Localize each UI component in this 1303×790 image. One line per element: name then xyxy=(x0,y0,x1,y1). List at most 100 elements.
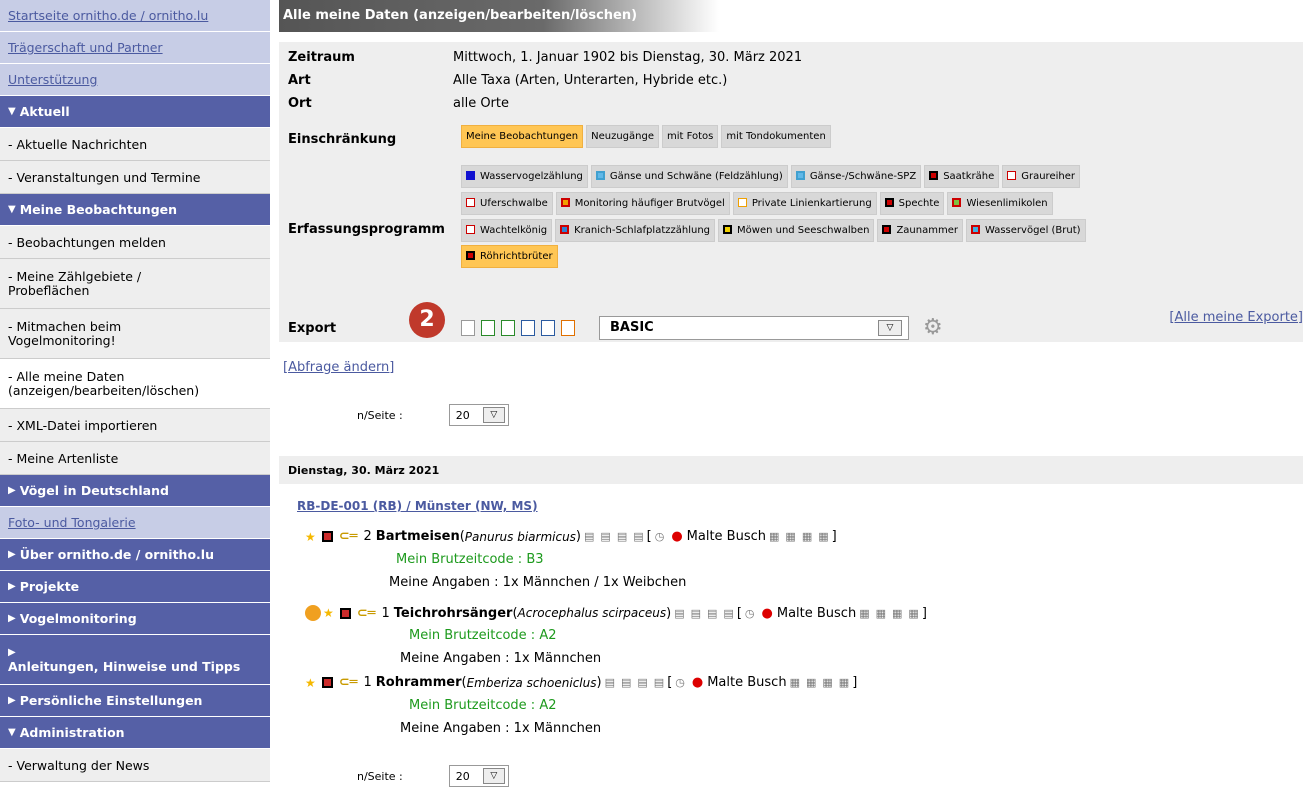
list-icon[interactable]: ▤ xyxy=(674,607,684,620)
abfrage-aendern-link[interactable]: [Abfrage ändern] xyxy=(283,360,394,375)
programm-tag-saatkrähe[interactable]: Saatkrähe xyxy=(924,165,1000,188)
programm-tag-wasservögel-brut[interactable]: Wasservögel (Brut) xyxy=(965,219,1086,242)
export-xml-icon[interactable] xyxy=(541,319,555,336)
info-icon[interactable]: ▤ xyxy=(654,676,664,689)
chevron-down-icon: ▽ xyxy=(482,407,505,423)
sidebar-item-label: Projekte xyxy=(19,579,80,594)
observation-count: 1 xyxy=(363,675,372,690)
list-icon[interactable]: ▤ xyxy=(605,676,615,689)
sidebar-item-meine-beobachtungen[interactable]: ▼ Meine Beobachtungen xyxy=(0,194,270,226)
sidebar-item-vogelmonitoring[interactable]: ▶ Vogelmonitoring xyxy=(0,603,270,635)
sidebar-item-alle-meine-daten-anzeigen-bearbeiten-löschen[interactable]: - Alle meine Daten (anzeigen/bearbeiten/… xyxy=(0,359,270,409)
perpage-select[interactable]: 20 ▽ xyxy=(448,765,509,787)
sidebar-item-veranstaltungen-und-termine[interactable]: - Veranstaltungen und Termine xyxy=(0,161,270,194)
programm-tag-zaunammer[interactable]: Zaunammer xyxy=(877,219,963,242)
species-name[interactable]: Teichrohrsänger xyxy=(394,606,513,621)
sidebar-item-unterstützung[interactable]: Unterstützung xyxy=(0,64,270,96)
programm-label: Uferschwalbe xyxy=(480,198,548,209)
programm-tag-uferschwalbe[interactable]: Uferschwalbe xyxy=(461,192,553,215)
binoculars-icon[interactable]: ▤ xyxy=(600,530,610,543)
search-icon[interactable]: ▦ xyxy=(892,607,902,620)
edit-icon[interactable]: ▦ xyxy=(839,676,849,689)
transfer-icon[interactable]: ▦ xyxy=(876,607,886,620)
sidebar-item-administration[interactable]: ▼ Administration xyxy=(0,717,270,749)
star-icon[interactable]: ★ xyxy=(305,676,316,690)
programm-color-icon xyxy=(466,251,475,260)
search-icon[interactable]: ▦ xyxy=(822,676,832,689)
programm-tag-gänse-schwäne-spz[interactable]: Gänse-/Schwäne-SPZ xyxy=(790,165,922,188)
protocol-icon[interactable]: ▦ xyxy=(769,530,779,543)
export-label: Export xyxy=(288,321,337,336)
species-name[interactable]: Bartmeisen xyxy=(376,529,460,544)
chart-icon[interactable]: ▤ xyxy=(637,676,647,689)
transfer-icon[interactable]: ▦ xyxy=(806,676,816,689)
star-icon[interactable]: ★ xyxy=(323,606,334,620)
export-json-icon[interactable] xyxy=(561,319,575,336)
sidebar-item-verwaltung-der-news[interactable]: - Verwaltung der News xyxy=(0,749,270,782)
star-icon[interactable]: ★ xyxy=(305,530,316,544)
sidebar-item-vögel-in-deutschland[interactable]: ▶ Vögel in Deutschland xyxy=(0,475,270,507)
sidebar-item-anleitungen-hinweise-und-tipps[interactable]: ▶ Anleitungen, Hinweise und Tipps xyxy=(0,635,270,685)
sidebar-item-trägerschaft-und-partner[interactable]: Trägerschaft und Partner xyxy=(0,32,270,64)
edit-icon[interactable]: ▦ xyxy=(908,607,918,620)
filter-tag-meine-beobachtungen[interactable]: Meine Beobachtungen xyxy=(461,125,584,148)
filter-tag-mit-fotos[interactable]: mit Fotos xyxy=(661,125,719,148)
search-icon[interactable]: ▦ xyxy=(802,530,812,543)
programm-tag-wachtelkönig[interactable]: Wachtelkönig xyxy=(461,219,553,242)
sidebar-item-persönliche-einstellungen[interactable]: ▶ Persönliche Einstellungen xyxy=(0,685,270,717)
sidebar-item-xml-datei-importieren[interactable]: - XML-Datei importieren xyxy=(0,409,270,442)
sidebar-item-aktuelle-nachrichten[interactable]: - Aktuelle Nachrichten xyxy=(0,128,270,161)
sidebar-item-startseite-ornitho-de-ornitho-lu[interactable]: Startseite ornitho.de / ornitho.lu xyxy=(0,0,270,32)
chart-icon[interactable]: ▤ xyxy=(617,530,627,543)
programm-tag-graureiher[interactable]: Graureiher xyxy=(1002,165,1080,188)
sidebar-item-mitmachen-beim-vogelmonitoring[interactable]: - Mitmachen beim Vogelmonitoring! xyxy=(0,309,270,359)
programm-tag-wasservogelzählung[interactable]: Wasservogelzählung xyxy=(461,165,588,188)
location-pin-icon[interactable]: ● xyxy=(762,606,773,621)
info-icon[interactable]: ▤ xyxy=(723,607,733,620)
programm-tag-möwen-und-seeschwalben[interactable]: Möwen und Seeschwalben xyxy=(718,219,875,242)
export-xlsx-icon[interactable] xyxy=(501,319,515,336)
programm-label: Erfassungsprogramm xyxy=(288,222,445,237)
perpage-select[interactable]: 20 ▽ xyxy=(448,404,509,426)
gear-icon[interactable]: ⚙ xyxy=(923,315,943,340)
sidebar-item-projekte[interactable]: ▶ Projekte xyxy=(0,571,270,603)
list-icon[interactable]: ▤ xyxy=(584,530,594,543)
place-link[interactable]: RB-DE-001 (RB) / Münster (NW, MS) xyxy=(297,499,538,513)
protocol-icon[interactable]: ▦ xyxy=(859,607,869,620)
location-pin-icon[interactable]: ● xyxy=(671,529,682,544)
location-pin-icon[interactable]: ● xyxy=(692,675,703,690)
sidebar-item-aktuell[interactable]: ▼ Aktuell xyxy=(0,96,270,128)
sidebar-item-foto-und-tongalerie[interactable]: Foto- und Tongalerie xyxy=(0,507,270,539)
programm-tag-spechte[interactable]: Spechte xyxy=(879,192,945,215)
info-icon[interactable]: ▤ xyxy=(633,530,643,543)
filter-tag-neuzugänge[interactable]: Neuzugänge xyxy=(586,125,659,148)
filter-tag-mit-tondokumenten[interactable]: mit Tondokumenten xyxy=(721,125,831,148)
programm-label: Gänse-/Schwäne-SPZ xyxy=(809,171,917,182)
key-icon[interactable]: ⊂═ xyxy=(357,606,376,621)
export-kml-icon[interactable] xyxy=(521,319,535,336)
sidebar-item-meine-zählgebiete-probeflächen[interactable]: - Meine Zählgebiete / Probeflächen xyxy=(0,259,270,309)
export-format-select[interactable]: BASIC ▽ xyxy=(599,315,909,340)
programm-tag-wiesenlimikolen[interactable]: Wiesenlimikolen xyxy=(947,192,1053,215)
programm-tag-private-linienkartierung[interactable]: Private Linienkartierung xyxy=(732,192,877,215)
chart-icon[interactable]: ▤ xyxy=(707,607,717,620)
export-xls-icon[interactable] xyxy=(481,319,495,336)
sidebar-item-beobachtungen-melden[interactable]: - Beobachtungen melden xyxy=(0,226,270,259)
program-marker-icon xyxy=(339,607,351,619)
programm-tag-gänse-und-schwäne-feldzählung[interactable]: Gänse und Schwäne (Feldzählung) xyxy=(590,165,788,188)
sidebar-item-über-ornitho-de-ornitho-lu[interactable]: ▶ Über ornitho.de / ornitho.lu xyxy=(0,539,270,571)
programm-tag-röhrichtbrüter[interactable]: Röhrichtbrüter xyxy=(461,245,558,268)
programm-tag-kranich-schlafplatzzählung[interactable]: Kranich-Schlafplatzzählung xyxy=(555,219,716,242)
export-txt-icon[interactable] xyxy=(461,319,475,336)
key-icon[interactable]: ⊂═ xyxy=(339,675,358,690)
transfer-icon[interactable]: ▦ xyxy=(785,530,795,543)
binoculars-icon[interactable]: ▤ xyxy=(621,676,631,689)
sidebar-item-meine-artenliste[interactable]: - Meine Artenliste xyxy=(0,442,270,475)
species-name[interactable]: Rohrammer xyxy=(376,675,462,690)
protocol-icon[interactable]: ▦ xyxy=(790,676,800,689)
edit-icon[interactable]: ▦ xyxy=(818,530,828,543)
all-exports-link[interactable]: [Alle meine Exporte] xyxy=(1169,310,1303,325)
key-icon[interactable]: ⊂═ xyxy=(339,529,358,544)
programm-tag-monitoring-häufiger-brutvögel[interactable]: Monitoring häufiger Brutvögel xyxy=(555,192,730,215)
binoculars-icon[interactable]: ▤ xyxy=(691,607,701,620)
